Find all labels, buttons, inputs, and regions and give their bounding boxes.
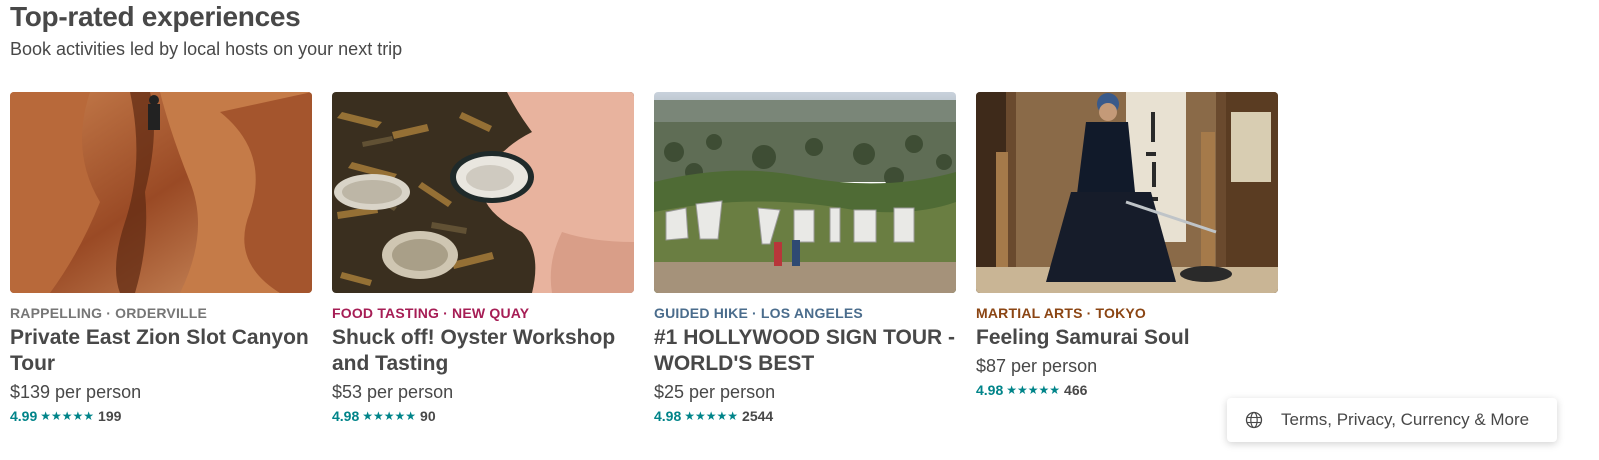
experience-price: $53 per person: [332, 382, 454, 402]
experience-cards: RAPPELLING · ORDERVILLE Private East Zion …: [10, 92, 1278, 425]
rating-score: 4.99: [10, 408, 38, 424]
experience-price: $25 per person: [654, 382, 776, 402]
category-type: MARTIAL ARTS: [976, 305, 1083, 321]
rating: 4.98 ★★★★★ 466: [976, 381, 1278, 399]
experience-photo-samurai[interactable]: [976, 92, 1278, 293]
category-label: GUIDED HIKE · LOS ANGELES: [654, 305, 956, 321]
experience-title[interactable]: Feeling Samurai Soul: [976, 325, 1278, 351]
review-count: 466: [1064, 382, 1088, 398]
rating-score: 4.98: [654, 408, 682, 424]
experience-card[interactable]: FOOD TASTING · NEW QUAY Shuck off! Oyster …: [332, 92, 634, 425]
review-count: 199: [98, 408, 122, 424]
experience-price: $139 per person: [10, 382, 142, 402]
rating: 4.98 ★★★★★ 90: [332, 407, 634, 425]
terms-privacy-button[interactable]: Terms, Privacy, Currency & More: [1227, 398, 1557, 442]
category-type: RAPPELLING: [10, 305, 103, 321]
separator-dot: ·: [443, 305, 449, 321]
experience-card[interactable]: GUIDED HIKE · LOS ANGELES #1 HOLLYWOOD SIG…: [654, 92, 956, 425]
rating-score: 4.98: [976, 382, 1004, 398]
category-type: FOOD TASTING: [332, 305, 440, 321]
category-location: TOKYO: [1095, 305, 1147, 321]
section-title: Top-rated experiences: [10, 1, 301, 32]
category-location: LOS ANGELES: [760, 305, 863, 321]
experiences-section: Top-rated experiences Book activities le…: [10, 0, 1310, 424]
section-subtitle: Book activities led by local hosts on yo…: [10, 39, 403, 59]
category-label: FOOD TASTING · NEW QUAY: [332, 305, 634, 321]
category-label: MARTIAL ARTS · TOKYO: [976, 305, 1278, 321]
star-rating-icon: ★★★★★: [40, 409, 95, 423]
globe-icon: [1245, 411, 1263, 429]
category-location: NEW QUAY: [452, 305, 530, 321]
separator-dot: ·: [1086, 305, 1092, 321]
rating-score: 4.98: [332, 408, 360, 424]
review-count: 90: [420, 408, 436, 424]
separator-dot: ·: [106, 305, 112, 321]
review-count: 2544: [742, 408, 774, 424]
separator-dot: ·: [752, 305, 757, 321]
experience-price: $87 per person: [976, 356, 1098, 376]
star-rating-icon: ★★★★★: [684, 409, 739, 423]
experience-photo-oysters[interactable]: [332, 92, 634, 293]
experience-card[interactable]: RAPPELLING · ORDERVILLE Private East Zion …: [10, 92, 312, 425]
experience-card[interactable]: MARTIAL ARTS · TOKYO Feeling Samurai Soul …: [976, 92, 1278, 425]
experience-title[interactable]: #1 HOLLYWOOD SIGN TOUR - WORLD'S BEST: [654, 325, 956, 377]
experience-photo-hollywood[interactable]: [654, 92, 956, 293]
experience-photo-canyon[interactable]: [10, 92, 312, 293]
category-type: GUIDED HIKE: [654, 305, 748, 321]
category-label: RAPPELLING · ORDERVILLE: [10, 305, 312, 321]
experience-title[interactable]: Shuck off! Oyster Workshop and Tasting: [332, 325, 634, 377]
experience-title[interactable]: Private East Zion Slot Canyon Tour: [10, 325, 312, 377]
rating: 4.98 ★★★★★ 2544: [654, 407, 956, 425]
star-rating-icon: ★★★★★: [362, 409, 417, 423]
terms-privacy-label: Terms, Privacy, Currency & More: [1281, 410, 1530, 429]
rating: 4.99 ★★★★★ 199: [10, 407, 312, 425]
category-location: ORDERVILLE: [115, 305, 208, 321]
star-rating-icon: ★★★★★: [1006, 383, 1061, 397]
